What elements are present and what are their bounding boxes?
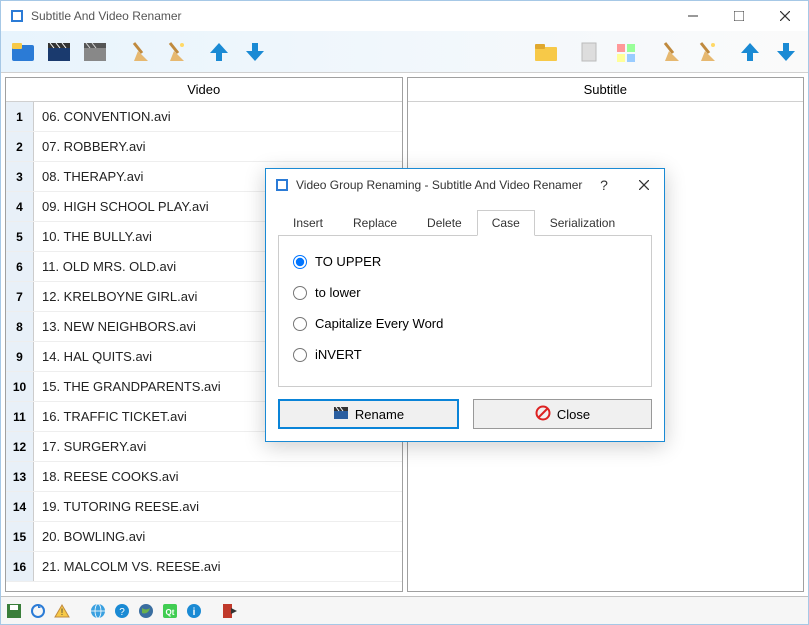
folder-blue-icon[interactable]: [7, 36, 39, 68]
clapper-dark-icon[interactable]: [43, 36, 75, 68]
globe-dark-icon[interactable]: [137, 602, 155, 620]
statusbar: ! ? Qt i: [1, 596, 808, 624]
window-title: Subtitle And Video Renamer: [31, 9, 670, 23]
table-row[interactable]: 106. CONVENTION.avi: [6, 102, 402, 132]
maximize-button[interactable]: [716, 1, 762, 31]
rename-dialog: Video Group Renaming - Subtitle And Vide…: [265, 168, 665, 442]
radio-invert[interactable]: iNVERT: [293, 347, 637, 362]
row-number: 8: [6, 312, 34, 341]
radio-to-upper[interactable]: TO UPPER: [293, 254, 637, 269]
document-gray-icon[interactable]: [574, 36, 606, 68]
tab-panel-case: TO UPPER to lower Capitalize Every Word …: [278, 236, 652, 387]
radio-label-lower: to lower: [315, 285, 361, 300]
table-row[interactable]: 1621. MALCOLM VS. REESE.avi: [6, 552, 402, 582]
row-filename: 07. ROBBERY.avi: [34, 139, 402, 154]
help-icon[interactable]: ?: [113, 602, 131, 620]
row-number: 6: [6, 252, 34, 281]
row-number: 9: [6, 342, 34, 371]
row-number: 10: [6, 372, 34, 401]
tab-delete[interactable]: Delete: [412, 210, 477, 236]
minimize-button[interactable]: [670, 1, 716, 31]
clapper-small-icon: [333, 405, 349, 424]
row-filename: 21. MALCOLM VS. REESE.avi: [34, 559, 402, 574]
row-filename: 19. TUTORING REESE.avi: [34, 499, 402, 514]
radio-capitalize[interactable]: Capitalize Every Word: [293, 316, 637, 331]
exit-icon[interactable]: [221, 602, 239, 620]
video-panel-header: Video: [6, 78, 402, 102]
dialog-app-icon: [274, 177, 290, 193]
window-controls: [670, 1, 808, 31]
table-row[interactable]: 1520. BOWLING.avi: [6, 522, 402, 552]
table-row[interactable]: 207. ROBBERY.avi: [6, 132, 402, 162]
row-number: 3: [6, 162, 34, 191]
close-dialog-button[interactable]: Close: [473, 399, 652, 429]
warning-icon[interactable]: !: [53, 602, 71, 620]
dialog-close-button[interactable]: [624, 169, 664, 201]
tab-serialization[interactable]: Serialization: [535, 210, 630, 236]
svg-text:i: i: [193, 607, 196, 618]
row-number: 5: [6, 222, 34, 251]
row-number: 14: [6, 492, 34, 521]
globe-icon[interactable]: [89, 602, 107, 620]
arrow-down-icon[interactable]: [239, 36, 271, 68]
titlebar: Subtitle And Video Renamer: [1, 1, 808, 31]
clapper-gray-icon[interactable]: [79, 36, 111, 68]
radio-label-upper: TO UPPER: [315, 254, 381, 269]
svg-text:!: !: [61, 607, 64, 617]
qt-icon[interactable]: Qt: [161, 602, 179, 620]
table-row[interactable]: 1318. REESE COOKS.avi: [6, 462, 402, 492]
tab-replace[interactable]: Replace: [338, 210, 412, 236]
row-number: 7: [6, 282, 34, 311]
row-filename: 18. REESE COOKS.avi: [34, 469, 402, 484]
toolbar: [1, 31, 808, 73]
refresh-icon[interactable]: [29, 602, 47, 620]
arrow-up-icon[interactable]: [203, 36, 235, 68]
row-number: 16: [6, 552, 34, 581]
tab-case[interactable]: Case: [477, 210, 535, 236]
rename-button-label: Rename: [355, 407, 404, 422]
broom-icon[interactable]: [123, 36, 155, 68]
subtitle-panel-header: Subtitle: [408, 78, 804, 102]
folder-yellow-icon[interactable]: [530, 36, 562, 68]
row-number: 12: [6, 432, 34, 461]
row-number: 2: [6, 132, 34, 161]
radio-label-invert: iNVERT: [315, 347, 362, 362]
row-number: 11: [6, 402, 34, 431]
table-row[interactable]: 1419. TUTORING REESE.avi: [6, 492, 402, 522]
row-filename: 20. BOWLING.avi: [34, 529, 402, 544]
dialog-title: Video Group Renaming - Subtitle And Vide…: [296, 178, 584, 192]
broom-sparkle-icon[interactable]: [159, 36, 191, 68]
close-button[interactable]: [762, 1, 808, 31]
tab-insert[interactable]: Insert: [278, 210, 338, 236]
dialog-tabs: Insert Replace Delete Case Serialization: [278, 209, 652, 236]
no-entry-icon: [535, 405, 551, 424]
close-button-label: Close: [557, 407, 590, 422]
document-colors-icon[interactable]: [610, 36, 642, 68]
dialog-help-button[interactable]: ?: [584, 169, 624, 201]
row-number: 15: [6, 522, 34, 551]
row-number: 4: [6, 192, 34, 221]
row-filename: 06. CONVENTION.avi: [34, 109, 402, 124]
row-number: 13: [6, 462, 34, 491]
row-number: 1: [6, 102, 34, 131]
info-icon[interactable]: i: [185, 602, 203, 620]
svg-text:Qt: Qt: [166, 608, 175, 617]
arrow-down-right-icon[interactable]: [770, 36, 802, 68]
app-icon: [9, 8, 25, 24]
radio-label-capitalize: Capitalize Every Word: [315, 316, 443, 331]
rename-button[interactable]: Rename: [278, 399, 459, 429]
save-icon[interactable]: [5, 602, 23, 620]
svg-text:?: ?: [119, 607, 125, 618]
radio-to-lower[interactable]: to lower: [293, 285, 637, 300]
dialog-titlebar: Video Group Renaming - Subtitle And Vide…: [266, 169, 664, 201]
broom-right-icon[interactable]: [654, 36, 686, 68]
arrow-up-right-icon[interactable]: [734, 36, 766, 68]
broom-sparkle-right-icon[interactable]: [690, 36, 722, 68]
